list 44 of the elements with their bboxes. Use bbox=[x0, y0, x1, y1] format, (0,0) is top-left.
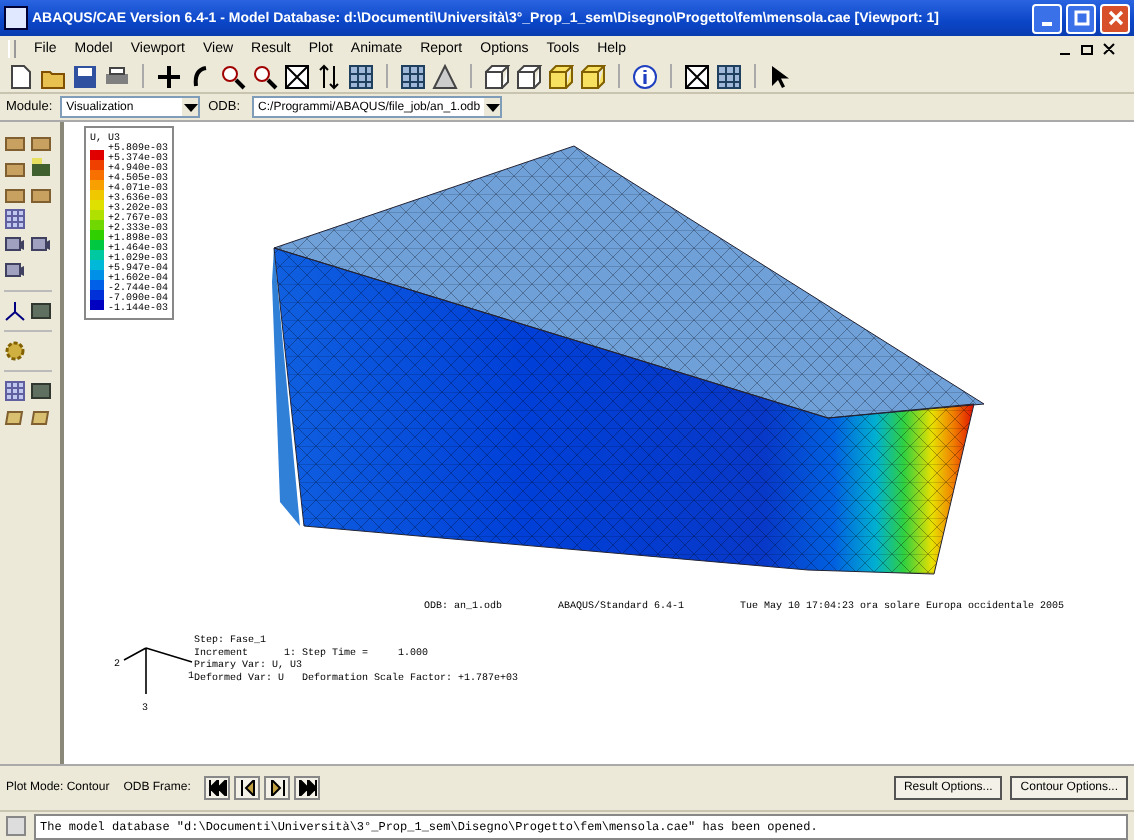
hidden-line-icon[interactable] bbox=[516, 63, 542, 89]
maximize-icon bbox=[1073, 10, 1089, 26]
info-icon[interactable] bbox=[632, 63, 658, 89]
camera-icon[interactable] bbox=[30, 234, 52, 256]
close-icon bbox=[1107, 10, 1123, 26]
shaded-cube-icon[interactable] bbox=[580, 63, 606, 89]
gear-icon[interactable] bbox=[4, 340, 26, 362]
perspective-icon[interactable] bbox=[432, 63, 458, 89]
box-zoom-icon[interactable] bbox=[252, 63, 278, 89]
axis-triad-drawing bbox=[123, 647, 193, 695]
fit-icon[interactable] bbox=[284, 63, 310, 89]
first-frame-button[interactable] bbox=[204, 776, 231, 800]
table-icon[interactable] bbox=[348, 63, 374, 89]
window-controls-icon[interactable] bbox=[1058, 41, 1118, 55]
panel-icon[interactable] bbox=[30, 300, 52, 322]
print-icon[interactable] bbox=[104, 63, 130, 89]
swap-icon[interactable] bbox=[316, 63, 342, 89]
save-icon[interactable] bbox=[72, 63, 98, 89]
triad-icon[interactable] bbox=[4, 300, 26, 322]
pan-icon[interactable] bbox=[156, 63, 182, 89]
previous-frame-button[interactable] bbox=[234, 776, 261, 800]
panel-icon[interactable] bbox=[30, 380, 52, 402]
grid-icon[interactable] bbox=[4, 380, 26, 402]
message-area-icon[interactable] bbox=[6, 816, 26, 836]
card-icon[interactable] bbox=[30, 406, 52, 428]
filled-cube-icon[interactable] bbox=[548, 63, 574, 89]
app-logo-icon bbox=[4, 6, 28, 30]
close-button[interactable] bbox=[1100, 3, 1130, 33]
next-frame-button[interactable] bbox=[264, 776, 291, 800]
maximize-button[interactable] bbox=[1066, 3, 1096, 33]
card-icon[interactable] bbox=[4, 406, 26, 428]
wireframe-icon[interactable] bbox=[484, 63, 510, 89]
menu-grip-icon bbox=[8, 39, 16, 57]
last-frame-button[interactable] bbox=[294, 776, 321, 800]
grid-icon[interactable] bbox=[4, 208, 26, 230]
caret-icon bbox=[182, 98, 199, 116]
new-file-icon[interactable] bbox=[8, 63, 34, 89]
zoom-icon[interactable] bbox=[220, 63, 246, 89]
minimize-button[interactable] bbox=[1032, 3, 1062, 33]
help-pointer-icon[interactable] bbox=[768, 63, 794, 89]
mesh-icon[interactable] bbox=[30, 156, 52, 178]
caret-icon bbox=[484, 98, 501, 116]
camera-icon[interactable] bbox=[4, 260, 26, 282]
camera-icon[interactable] bbox=[4, 234, 26, 256]
